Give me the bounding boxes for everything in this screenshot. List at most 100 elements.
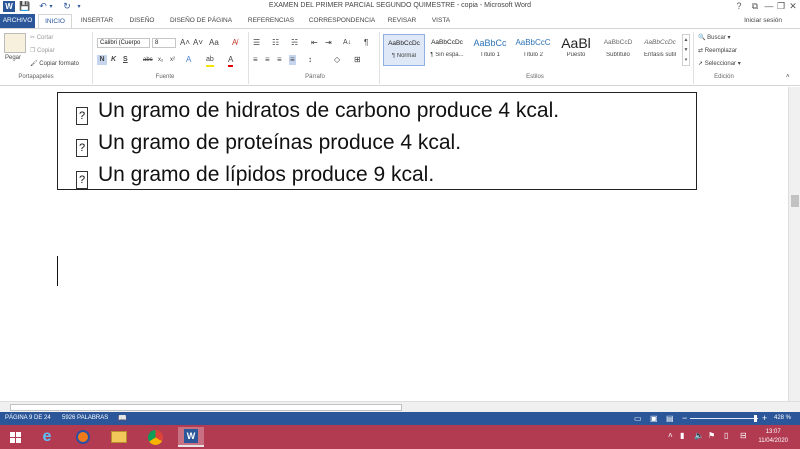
shrink-font-icon[interactable]: A˅ xyxy=(193,38,203,48)
read-mode-icon[interactable]: ▭ xyxy=(634,412,642,425)
italic-button[interactable]: K xyxy=(111,55,116,65)
vertical-scroll-thumb[interactable] xyxy=(791,195,799,207)
zoom-level[interactable]: 428 % xyxy=(774,412,791,425)
increase-indent-icon[interactable]: ⇥ xyxy=(325,38,332,48)
style-title[interactable]: AaBl Puesto xyxy=(555,34,597,66)
zoom-slider-track[interactable] xyxy=(690,418,758,419)
tab-correspondencia[interactable]: CORRESPONDENCIA xyxy=(304,14,380,28)
style-heading-1[interactable]: AaBbCc Título 1 xyxy=(469,34,511,66)
select-button[interactable]: ➚ Seleccionar ▾ xyxy=(698,60,741,67)
tab-referencias[interactable]: REFERENCIAS xyxy=(244,14,298,28)
network-icon[interactable]: ▮ xyxy=(680,431,684,440)
clock[interactable]: 13:07 11/04/2020 xyxy=(758,428,788,446)
cut-button[interactable]: ✂ Cortar xyxy=(30,34,53,41)
font-color-icon[interactable]: A xyxy=(228,55,234,67)
page-indicator[interactable]: PÁGINA 9 DE 24 xyxy=(5,412,51,425)
text-effects-icon[interactable]: A xyxy=(186,55,191,65)
tab-inicio[interactable]: INICIO xyxy=(38,14,72,29)
sign-in-link[interactable]: Iniciar sesión xyxy=(744,17,782,24)
font-family-select[interactable]: Calibri (Cuerpo xyxy=(97,38,150,48)
help-icon[interactable]: ? xyxy=(732,1,746,12)
clear-formatting-icon[interactable]: A̸ xyxy=(232,38,237,48)
shading-icon[interactable]: ◇ xyxy=(334,55,340,65)
find-button[interactable]: 🔍 Buscar ▾ xyxy=(698,34,731,41)
style-heading-2[interactable]: AaBbCcC Título 2 xyxy=(512,34,554,66)
strikethrough-button[interactable]: abc xyxy=(143,55,153,65)
sort-icon[interactable]: A↓ xyxy=(343,38,351,48)
underline-button[interactable]: S xyxy=(123,55,128,65)
zoom-out-button[interactable]: − xyxy=(682,412,687,425)
borders-icon[interactable]: ⊞ xyxy=(354,55,361,65)
battery-icon[interactable]: ▯ xyxy=(724,431,728,440)
group-divider xyxy=(92,32,93,84)
web-layout-icon[interactable]: ▤ xyxy=(666,412,674,425)
proofing-icon[interactable]: 📖 xyxy=(118,412,127,425)
find-label: Buscar xyxy=(707,35,726,41)
font-size-select[interactable]: 8 xyxy=(152,38,176,48)
horizontal-scroll-thumb[interactable] xyxy=(10,404,402,411)
list-item: ? Un gramo de hidratos de carbono produce… xyxy=(76,99,559,125)
change-case-icon[interactable]: Aa xyxy=(209,38,219,48)
style-normal[interactable]: AaBbCcDc ¶ Normal xyxy=(383,34,425,66)
clock-date: 11/04/2020 xyxy=(758,438,788,444)
bullets-icon[interactable]: ☰ xyxy=(253,38,260,48)
input-language-icon[interactable]: ⊟ xyxy=(740,431,747,440)
copy-icon: ❐ xyxy=(30,48,38,54)
ribbon-display-options-icon[interactable]: ⧉ xyxy=(748,1,762,12)
paste-icon[interactable] xyxy=(4,33,26,53)
list-item: ? Un gramo de proteínas produce 4 kcal. xyxy=(76,131,461,157)
close-icon[interactable]: ✕ xyxy=(786,1,800,12)
style-subtitle[interactable]: AaBbCcD Subtítulo xyxy=(597,34,639,66)
tab-insertar[interactable]: INSERTAR xyxy=(78,14,116,28)
superscript-button[interactable]: x² xyxy=(170,55,175,65)
align-center-icon[interactable]: ≡ xyxy=(265,55,270,65)
firefox-icon[interactable] xyxy=(70,427,96,447)
numbering-icon[interactable]: ☷ xyxy=(272,38,279,48)
tab-vista[interactable]: VISTA xyxy=(426,14,456,28)
tab-archivo[interactable]: ARCHIVO xyxy=(0,14,35,28)
chrome-icon[interactable] xyxy=(142,427,168,447)
subscript-button[interactable]: x₂ xyxy=(158,55,163,65)
clock-time: 13:07 xyxy=(765,429,781,435)
horizontal-scrollbar[interactable] xyxy=(0,401,800,412)
decrease-indent-icon[interactable]: ⇤ xyxy=(311,38,318,48)
word-count[interactable]: 5926 PALABRAS xyxy=(62,412,108,425)
collapse-ribbon-icon[interactable]: ˄ xyxy=(786,72,790,82)
bulleted-text-box[interactable]: ? Un gramo de hidratos de carbono produce… xyxy=(57,92,697,190)
align-left-icon[interactable]: ≡ xyxy=(253,55,258,65)
justify-icon[interactable]: ≡ xyxy=(289,55,296,65)
group-divider xyxy=(693,32,694,84)
word-taskbar-icon[interactable]: W xyxy=(178,427,204,447)
zoom-slider-thumb[interactable] xyxy=(754,415,757,422)
styles-scroll-icon[interactable]: ▲ ▼ ▾ xyxy=(682,34,690,66)
ribbon: Pegar ✂ Cortar ❐ Copiar 🖌 Copiar formato… xyxy=(0,28,800,86)
paste-button[interactable]: Pegar xyxy=(5,55,21,61)
vertical-scrollbar[interactable] xyxy=(788,87,800,401)
style-no-spacing[interactable]: AaBbCcDc ¶ Sin espa... xyxy=(426,34,468,66)
tab-revisar[interactable]: REVISAR xyxy=(384,14,420,28)
grow-font-icon[interactable]: A˄ xyxy=(180,38,190,48)
zoom-in-button[interactable]: + xyxy=(762,412,767,425)
bold-button[interactable]: N xyxy=(97,55,107,65)
style-subtle-emphasis[interactable]: AaBbCcDc Énfasis sutil xyxy=(639,34,681,66)
show-hidden-icons-icon[interactable]: ˄ xyxy=(668,431,673,440)
show-marks-icon[interactable]: ¶ xyxy=(364,38,368,48)
multilevel-list-icon[interactable]: ☵ xyxy=(291,38,298,48)
format-painter-button[interactable]: 🖌 Copiar formato xyxy=(30,60,79,67)
style-name: Puesto xyxy=(566,52,586,58)
line-spacing-icon[interactable]: ↕ xyxy=(308,55,312,65)
replace-button[interactable]: ⇄ Reemplazar xyxy=(698,47,737,54)
tab-diseno-de-pagina[interactable]: DISEÑO DE PÁGINA xyxy=(166,14,236,28)
copy-button[interactable]: ❐ Copiar xyxy=(30,47,55,54)
flag-icon[interactable]: ⚑ xyxy=(708,431,715,440)
file-explorer-icon[interactable] xyxy=(106,427,132,447)
tab-diseno[interactable]: DISEÑO xyxy=(124,14,160,28)
style-preview: AaBbCcD xyxy=(603,39,633,46)
highlight-icon[interactable]: ab xyxy=(206,55,214,67)
volume-icon[interactable]: 🔈 xyxy=(694,431,704,440)
internet-explorer-icon[interactable]: e xyxy=(34,427,60,447)
print-layout-icon[interactable]: ▣ xyxy=(650,412,658,425)
align-right-icon[interactable]: ≡ xyxy=(277,55,282,65)
taskbar: e W ˄ ▮ 🔈 ⚑ ▯ ⊟ 13:07 11/04/2020 xyxy=(0,425,800,449)
start-button[interactable] xyxy=(2,427,28,447)
